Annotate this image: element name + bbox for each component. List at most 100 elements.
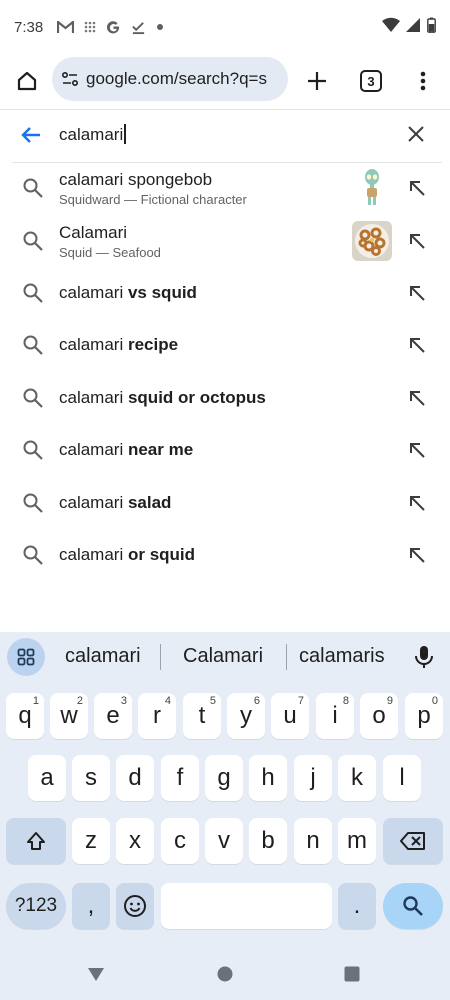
arrow-up-left-icon[interactable] bbox=[408, 546, 426, 564]
key-y[interactable]: y6 bbox=[227, 693, 265, 739]
key-i[interactable]: i8 bbox=[316, 693, 354, 739]
suggestion-separator bbox=[286, 644, 287, 670]
key-l[interactable]: l bbox=[383, 755, 421, 801]
suggestion-item[interactable]: calamari spongebob Squidward — Fictional… bbox=[0, 162, 450, 214]
word-suggestion[interactable]: Calamari bbox=[183, 645, 263, 668]
home-icon bbox=[17, 71, 37, 91]
key-o[interactable]: o9 bbox=[360, 693, 398, 739]
keyboard-suggestion-strip: calamari Calamari calamaris bbox=[0, 632, 450, 682]
key-n[interactable]: n bbox=[294, 818, 332, 864]
key-p[interactable]: p0 bbox=[405, 693, 443, 739]
apps-grid-icon bbox=[17, 648, 35, 666]
site-info-icon[interactable] bbox=[60, 69, 80, 89]
suggestion-text: Calamari bbox=[59, 223, 128, 242]
back-triangle-icon[interactable] bbox=[87, 965, 105, 983]
close-icon bbox=[408, 126, 424, 142]
key-d[interactable]: d bbox=[116, 755, 154, 801]
key-s[interactable]: s bbox=[72, 755, 110, 801]
suggestion-item[interactable]: calamari vs squid bbox=[0, 267, 450, 319]
space-bar[interactable] bbox=[161, 883, 332, 929]
shift-icon bbox=[27, 832, 45, 850]
key-r[interactable]: r4 bbox=[138, 693, 176, 739]
on-screen-keyboard: calamari Calamari calamaris q1 w2 e3 r4 … bbox=[0, 632, 450, 950]
key-j[interactable]: j bbox=[294, 755, 332, 801]
toolbar-divider bbox=[0, 109, 450, 110]
search-icon bbox=[23, 388, 43, 408]
key-x[interactable]: x bbox=[116, 818, 154, 864]
browser-toolbar: google.com/search?q=s 3 bbox=[0, 54, 450, 108]
calamari-thumbnail bbox=[352, 221, 392, 261]
symbols-key[interactable]: ?123 bbox=[6, 883, 66, 929]
key-e[interactable]: e3 bbox=[94, 693, 132, 739]
emoji-key[interactable] bbox=[116, 883, 154, 929]
text-caret bbox=[124, 124, 126, 144]
system-navigation-bar bbox=[0, 950, 450, 1000]
key-a[interactable]: a bbox=[28, 755, 66, 801]
suggestion-text: calamari salad bbox=[59, 493, 172, 512]
key-w[interactable]: w2 bbox=[50, 693, 88, 739]
back-button[interactable] bbox=[20, 124, 46, 148]
search-key[interactable] bbox=[383, 883, 443, 929]
suggestion-subtitle: Squidward — Fictional character bbox=[59, 192, 247, 207]
gmail-icon bbox=[57, 20, 75, 33]
backspace-key[interactable] bbox=[383, 818, 443, 864]
key-m[interactable]: m bbox=[338, 818, 376, 864]
key-u[interactable]: u7 bbox=[271, 693, 309, 739]
dot-icon bbox=[157, 24, 164, 30]
arrow-up-left-icon[interactable] bbox=[408, 336, 426, 354]
search-icon bbox=[23, 283, 43, 303]
arrow-up-left-icon[interactable] bbox=[408, 179, 426, 197]
word-suggestion[interactable]: calamari bbox=[65, 645, 141, 668]
home-circle-icon[interactable] bbox=[217, 966, 233, 982]
suggestion-item[interactable]: calamari recipe bbox=[0, 319, 450, 371]
arrow-back-icon bbox=[21, 127, 40, 143]
signal-icon bbox=[406, 18, 420, 32]
arrow-up-left-icon[interactable] bbox=[408, 232, 426, 250]
suggestion-text: calamari squid or octopus bbox=[59, 388, 266, 407]
comma-key[interactable]: , bbox=[72, 883, 110, 929]
search-icon bbox=[23, 231, 43, 251]
clear-button[interactable] bbox=[406, 124, 430, 148]
wifi-icon bbox=[382, 17, 400, 32]
arrow-up-left-icon[interactable] bbox=[408, 441, 426, 459]
suggestion-item[interactable]: Calamari Squid — Seafood bbox=[0, 215, 450, 267]
search-icon bbox=[403, 896, 423, 916]
check-icon bbox=[132, 21, 145, 34]
search-icon bbox=[23, 545, 43, 565]
new-tab-button[interactable] bbox=[302, 66, 332, 96]
shift-key[interactable] bbox=[6, 818, 66, 864]
google-g-icon bbox=[107, 20, 120, 33]
key-b[interactable]: b bbox=[249, 818, 287, 864]
status-time: 7:38 bbox=[14, 18, 44, 36]
key-c[interactable]: c bbox=[161, 818, 199, 864]
search-input[interactable]: calamari bbox=[59, 124, 126, 145]
recents-square-icon[interactable] bbox=[344, 966, 360, 982]
key-t[interactable]: t5 bbox=[183, 693, 221, 739]
arrow-up-left-icon[interactable] bbox=[408, 494, 426, 512]
word-suggestion[interactable]: calamaris bbox=[299, 645, 385, 668]
key-k[interactable]: k bbox=[338, 755, 376, 801]
suggestion-item[interactable]: calamari squid or octopus bbox=[0, 372, 450, 424]
keyboard-menu-button[interactable] bbox=[7, 638, 45, 676]
key-g[interactable]: g bbox=[205, 755, 243, 801]
suggestion-text: calamari near me bbox=[59, 440, 194, 459]
key-q[interactable]: q1 bbox=[6, 693, 44, 739]
search-icon bbox=[23, 440, 43, 460]
key-v[interactable]: v bbox=[205, 818, 243, 864]
key-h[interactable]: h bbox=[249, 755, 287, 801]
menu-button[interactable] bbox=[410, 66, 436, 96]
address-bar[interactable]: google.com/search?q=s bbox=[52, 57, 288, 101]
suggestion-item[interactable]: calamari or squid bbox=[0, 529, 450, 581]
tab-switcher-button[interactable]: 3 bbox=[356, 66, 386, 96]
status-bar: 7:38 bbox=[0, 0, 450, 54]
arrow-up-left-icon[interactable] bbox=[408, 389, 426, 407]
arrow-up-left-icon[interactable] bbox=[408, 284, 426, 302]
voice-input-button[interactable] bbox=[414, 644, 436, 670]
key-f[interactable]: f bbox=[161, 755, 199, 801]
suggestion-item[interactable]: calamari near me bbox=[0, 424, 450, 476]
key-z[interactable]: z bbox=[72, 818, 110, 864]
period-key[interactable]: . bbox=[338, 883, 376, 929]
suggestion-item[interactable]: calamari salad bbox=[0, 477, 450, 529]
home-button[interactable] bbox=[12, 66, 42, 96]
tab-count: 3 bbox=[360, 70, 382, 92]
